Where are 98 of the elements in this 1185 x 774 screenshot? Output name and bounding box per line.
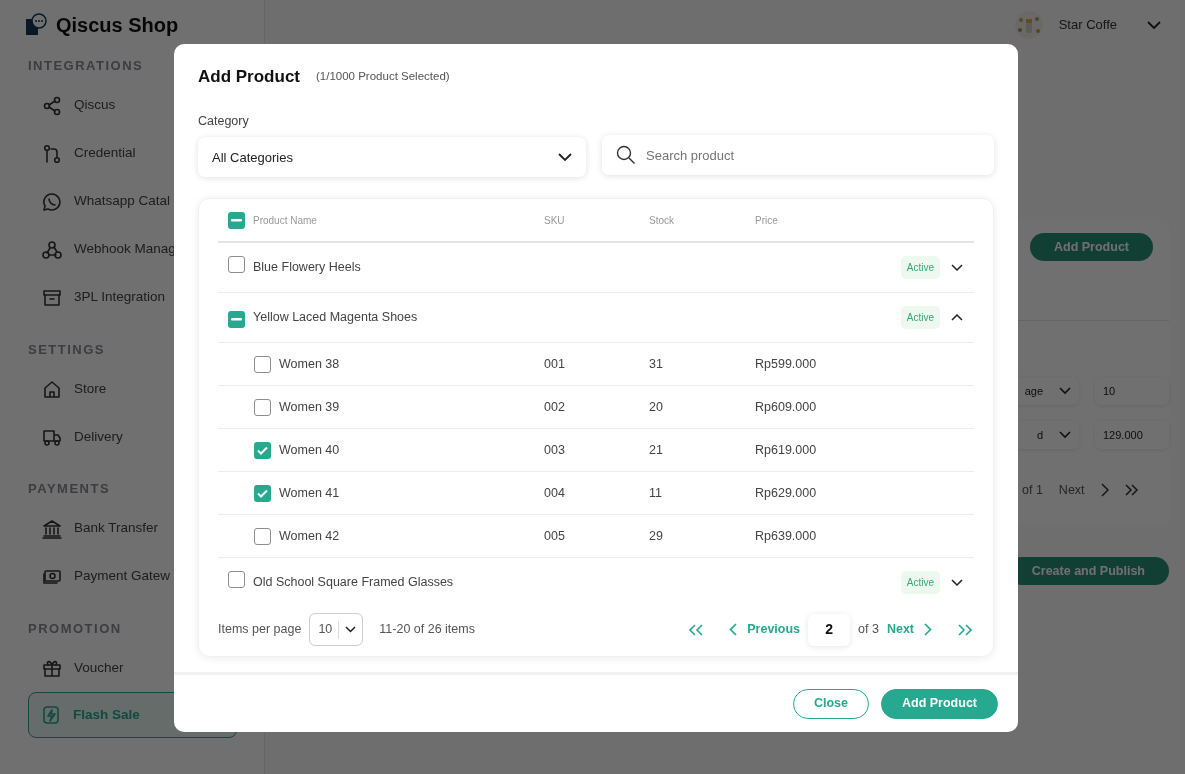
first-page-icon[interactable] xyxy=(689,623,704,636)
table-cell: 21 xyxy=(649,442,663,457)
chevron-down-icon xyxy=(1059,387,1071,395)
chevron-left-icon xyxy=(729,623,738,637)
user-name: Star Coffe xyxy=(1058,16,1117,35)
sidebar-item[interactable]: 3PL Integration xyxy=(0,273,166,322)
table-cell: Rp609.000 xyxy=(755,399,817,414)
selection-count: (1/1000 Product Selected) xyxy=(316,69,450,85)
product-name: Blue Flowery Heels xyxy=(253,260,361,275)
chevron-right-icon xyxy=(924,623,932,637)
variant-name: Women 41 xyxy=(279,484,340,502)
checkbox[interactable] xyxy=(254,355,271,373)
table-cell: 003 xyxy=(544,442,565,457)
variant-name: Women 42 xyxy=(279,527,340,545)
sidebar-item[interactable]: Store xyxy=(0,365,107,413)
table-cell: 001 xyxy=(544,356,565,371)
next-button[interactable]: Next xyxy=(886,620,932,640)
bank-icon xyxy=(42,518,62,539)
sidebar-item[interactable]: Delivery xyxy=(0,413,123,461)
table-cell: 31 xyxy=(649,356,663,371)
sidebar-item[interactable]: Qiscus xyxy=(0,81,116,130)
gift-icon xyxy=(42,658,62,678)
table-cell: Rp629.000 xyxy=(755,485,817,500)
page-count: of 3 xyxy=(858,621,879,639)
item-range: 11-20 of 26 items xyxy=(379,621,475,639)
checkbox[interactable] xyxy=(254,484,271,502)
checkbox[interactable] xyxy=(254,398,271,416)
check-icon xyxy=(257,445,268,455)
items-per-page-label: Items per page xyxy=(218,621,302,639)
table-cell: 002 xyxy=(544,399,565,414)
column-header: Price xyxy=(755,214,778,226)
chevron-up-icon[interactable] xyxy=(951,314,963,322)
dialog-title: Add Product xyxy=(198,66,300,88)
webhook-icon xyxy=(42,239,62,260)
sidebar-item[interactable]: Bank Transfer xyxy=(0,504,159,553)
double-chevron-right-icon[interactable] xyxy=(1124,484,1139,497)
logo-icon xyxy=(24,13,48,37)
page-number-field[interactable]: 2 xyxy=(808,613,851,646)
input-field[interactable]: 10 xyxy=(1095,377,1169,405)
column-header: SKU xyxy=(544,214,565,226)
variant-name: Women 39 xyxy=(279,398,340,416)
checkbox[interactable] xyxy=(228,212,245,230)
share-icon xyxy=(42,95,62,116)
table-cell: 004 xyxy=(544,485,565,500)
table-cell: 11 xyxy=(649,485,662,500)
table-cell: 29 xyxy=(649,528,663,543)
status-badge: Active xyxy=(900,256,940,280)
product-name: Yellow Laced Magenta Shoes xyxy=(253,310,418,325)
branch-icon xyxy=(42,143,62,164)
chevron-down-icon xyxy=(558,152,572,162)
add-product-button[interactable]: Add Product xyxy=(881,688,998,719)
check-icon xyxy=(257,488,268,498)
app-title: Qiscus Shop xyxy=(56,13,179,38)
last-page-icon[interactable] xyxy=(958,623,972,636)
table-cell: Rp619.000 xyxy=(755,442,817,457)
chevron-down-icon xyxy=(1059,431,1071,439)
variant-name: Women 40 xyxy=(279,441,340,459)
house-icon xyxy=(42,379,62,399)
checkbox[interactable] xyxy=(228,256,245,274)
search-icon xyxy=(616,145,636,166)
box-icon xyxy=(42,287,62,308)
chevron-down-icon xyxy=(345,626,357,634)
minus-icon xyxy=(231,317,242,321)
checkbox[interactable] xyxy=(254,441,271,459)
close-button[interactable]: Close xyxy=(792,688,869,719)
checkbox[interactable] xyxy=(228,310,245,328)
status-badge: Active xyxy=(900,306,940,330)
page-count: of 1 xyxy=(1022,482,1043,499)
chevron-down-icon[interactable] xyxy=(951,579,963,587)
variant-name: Women 38 xyxy=(279,355,340,373)
lightning-icon xyxy=(41,705,61,725)
status-badge: Active xyxy=(900,571,940,595)
category-label: Category xyxy=(198,112,249,130)
table-cell: Rp639.000 xyxy=(755,528,817,543)
checkbox[interactable] xyxy=(254,527,271,545)
category-select[interactable]: All Categories xyxy=(198,137,586,178)
sidebar-item[interactable]: Voucher xyxy=(0,644,124,692)
minus-icon xyxy=(231,219,242,223)
sidebar-item[interactable]: Credential xyxy=(0,129,136,178)
chat-icon xyxy=(42,191,62,212)
column-header: Stock xyxy=(649,214,674,226)
sidebar-item[interactable]: Whatsapp Catal xyxy=(0,177,171,226)
table-cell: 20 xyxy=(649,399,663,414)
table-cell: Rp599.000 xyxy=(755,356,817,371)
search-field[interactable]: Search product xyxy=(602,135,994,176)
chevron-down-icon[interactable] xyxy=(951,264,963,272)
chevron-right-icon[interactable] xyxy=(1100,483,1109,498)
column-header: Product Name xyxy=(253,214,317,226)
product-name: Old School Square Framed Glasses xyxy=(253,575,454,590)
next-link[interactable]: Next xyxy=(1058,481,1085,500)
sidebar-item[interactable]: Payment Gatew xyxy=(0,552,171,601)
checkbox[interactable] xyxy=(228,571,245,589)
items-per-page-select[interactable]: 10 xyxy=(309,613,364,647)
previous-button[interactable]: Previous xyxy=(729,620,801,640)
truck-icon xyxy=(42,427,62,447)
add-product-button[interactable]: Add Product xyxy=(1030,233,1153,261)
input-field[interactable]: 129.000 xyxy=(1095,421,1169,449)
table-cell: 005 xyxy=(544,528,565,543)
